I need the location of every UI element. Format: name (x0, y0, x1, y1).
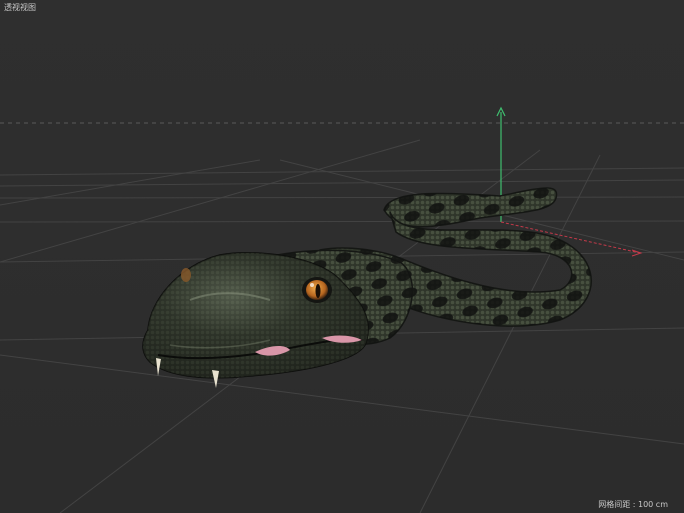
viewport-scene (0, 106, 684, 513)
perspective-viewport[interactable]: 透视视图 网格间距 : 100 cm (0, 0, 684, 513)
grid-spacing-label: 网格间距 : 100 cm (598, 500, 668, 509)
snake-eye (302, 277, 332, 303)
snake-model (142, 187, 592, 388)
viewport-title[interactable]: 透视视图 (4, 3, 36, 13)
